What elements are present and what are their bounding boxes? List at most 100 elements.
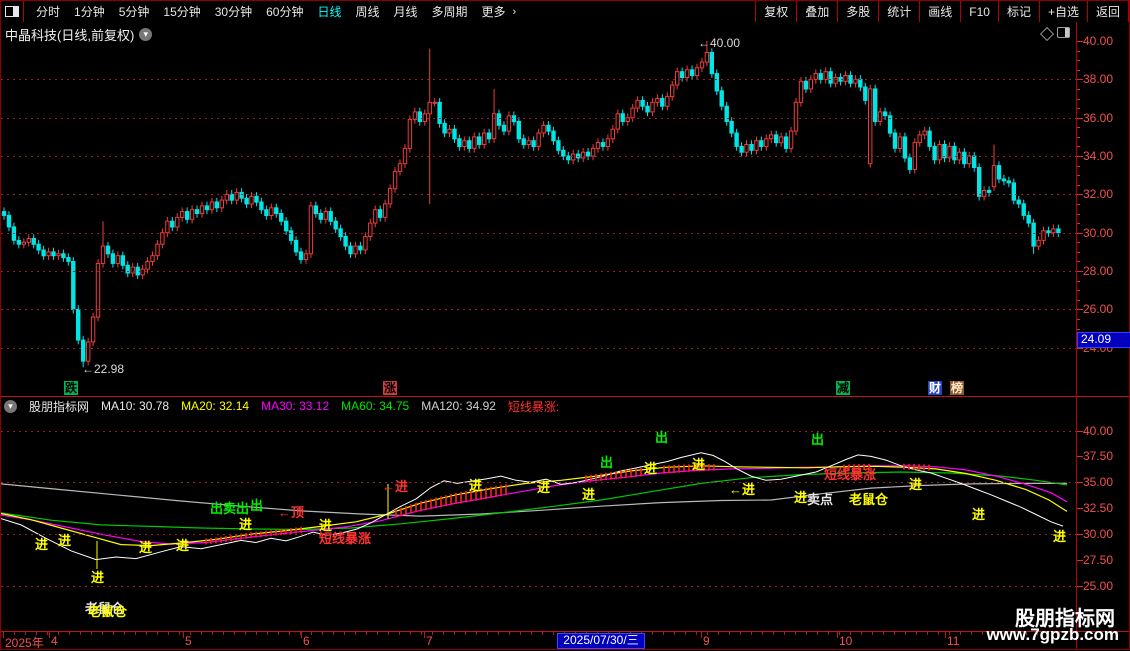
menu-item-left-9[interactable]: 多周期 <box>425 3 475 20</box>
menu-item-right-3[interactable]: 统计 <box>878 1 919 22</box>
app-window: 分时 1分钟 5分钟 15分钟 30分钟 60分钟 日线 周线 月线 多周期 更多 › 复权 叠加 多股统… <box>0 0 1130 650</box>
axis-tick <box>1077 117 1083 119</box>
date-tick <box>91 632 92 635</box>
axis-tick <box>1077 108 1080 110</box>
menu-item-left-3[interactable]: 15分钟 <box>156 3 207 20</box>
date-tick <box>113 632 114 635</box>
date-tick <box>454 632 455 635</box>
chevron-down-icon[interactable]: ▾ <box>139 28 153 41</box>
menu-item-left-4[interactable]: 30分钟 <box>208 3 259 20</box>
price-label: 36.00 <box>1083 110 1114 125</box>
date-tick <box>322 632 323 635</box>
price-label: 34.00 <box>1083 149 1114 164</box>
menu-item-right-4[interactable]: 画线 <box>919 1 960 22</box>
menu-item-right-8[interactable]: 返回 <box>1086 1 1129 22</box>
menu-item-right-0[interactable]: 复权 <box>755 1 796 22</box>
more-arrow-icon[interactable]: › <box>513 6 521 18</box>
date-tick <box>916 632 917 635</box>
date-tick <box>927 632 928 635</box>
menu-item-left-2[interactable]: 5分钟 <box>112 3 157 20</box>
menu-item-right-6[interactable]: 标记 <box>997 1 1039 22</box>
signal-label: 进 <box>469 478 483 493</box>
signal-label: 进 <box>91 570 105 585</box>
strip-label-green[interactable]: 跌 <box>64 381 78 395</box>
axis-tick <box>1077 98 1080 100</box>
month-tick <box>837 632 838 638</box>
date-tick <box>542 632 543 635</box>
window-menu-button[interactable] <box>1 1 24 22</box>
axis-tick <box>1077 194 1083 196</box>
signal-label: 进 <box>537 480 551 495</box>
date-tick <box>784 632 785 635</box>
date-tick <box>212 632 213 635</box>
menu-item-right-5[interactable]: F10 <box>960 1 998 22</box>
signal-label: 老鼠仓 <box>88 604 128 619</box>
axis-tick <box>1077 290 1080 292</box>
month-tick <box>49 632 50 638</box>
date-tick <box>751 632 752 635</box>
xaxis-line <box>1 631 1129 632</box>
diamond-icon[interactable] <box>1039 26 1055 42</box>
signal-label: 进 <box>794 490 808 505</box>
date-tick <box>718 632 719 635</box>
menu-item-left-8[interactable]: 月线 <box>387 3 425 20</box>
signal-label: 进 <box>239 517 253 532</box>
date-tick <box>278 632 279 635</box>
menu-item-left-6[interactable]: 日线 <box>310 3 348 20</box>
ma-line-ma120 <box>1 482 1067 517</box>
indicator-header: ▾ 股朋指标网 MA10: 30.78 MA20: 32.14 MA30: 33.1… <box>1 397 1079 415</box>
window-split-icon <box>5 6 19 17</box>
axis-tick <box>1077 430 1083 432</box>
date-tick <box>234 632 235 635</box>
menu-item-left-5[interactable]: 60分钟 <box>259 3 310 20</box>
panel-split-icon[interactable] <box>1057 27 1070 38</box>
price-annotation: ←22.98 <box>82 362 125 376</box>
date-tick <box>696 632 697 635</box>
signal-label: 进 <box>176 538 190 553</box>
menu-item-left-7[interactable]: 周线 <box>348 3 386 20</box>
indicator-panel[interactable]: 进进进进进出卖出出进 ←顶进短线暴涨 ←进进进进出进出进 ←进出短线暴涨进卖点 老鼠仓进… <box>1 416 1076 631</box>
gridline <box>1 534 1076 536</box>
indicator-price-label: 27.50 <box>1083 553 1114 568</box>
date-tick <box>223 632 224 635</box>
ma-line-ma30 <box>1 465 1068 545</box>
date-tick <box>685 632 686 635</box>
date-axis[interactable]: 2025年 4 5 6 7 9 10 11 2025/07/30/三 <box>1 631 1076 650</box>
date-tick <box>773 632 774 635</box>
date-tick <box>47 632 48 635</box>
date-tick <box>553 632 554 635</box>
menu-item-left-0[interactable]: 分时 <box>29 3 67 20</box>
gridline <box>1 117 1076 119</box>
axis-tick <box>1077 60 1080 62</box>
menu-item-left-10[interactable]: 更多 <box>475 3 513 20</box>
price-label: 30.00 <box>1083 225 1114 240</box>
price-axis: 40.00 38.00 36.00 34.00 32.00 30.00 28.00 26.00… <box>1076 22 1130 649</box>
axis-tick <box>1077 136 1080 138</box>
signal-label: 进 <box>644 461 658 476</box>
month-tick <box>183 632 184 638</box>
indicator-collapse-icon[interactable]: ▾ <box>4 399 17 413</box>
signal-label: 进 <box>35 537 49 552</box>
strip-label-green[interactable]: 减 <box>836 381 850 395</box>
strip-label-blue[interactable]: 财 <box>928 381 942 395</box>
indicator-price-label: 30.00 <box>1083 527 1114 542</box>
strip-label-brown[interactable]: 榜 <box>950 381 964 395</box>
indicator-ma-value-3: MA60: 34.75 <box>341 399 410 413</box>
strip-label-red[interactable]: 涨 <box>383 381 397 395</box>
menu-item-right-7[interactable]: +自选 <box>1038 1 1087 22</box>
main-chart[interactable]: 中晶科技(日线,前复权) ▾ ←40.00 ←22.98 跌 涨 减 财榜 <box>1 22 1076 396</box>
menu-item-right-2[interactable]: 多股 <box>837 1 878 22</box>
signal-label: 短线暴涨 <box>319 531 372 546</box>
signal-label: 老鼠仓 <box>849 492 889 507</box>
date-tick <box>806 632 807 635</box>
date-tick <box>102 632 103 635</box>
menu-item-right-1[interactable]: 叠加 <box>796 1 837 22</box>
price-label: 26.00 <box>1083 302 1114 317</box>
month-tick <box>3 632 4 638</box>
menu-item-left-1[interactable]: 1分钟 <box>67 3 112 20</box>
gridline <box>1 430 1076 432</box>
period-menu: 分时 1分钟 5分钟 15分钟 30分钟 60分钟 日线 周线 月线 多周期 更多 › <box>24 3 755 20</box>
indicator-price-label: 35.00 <box>1083 475 1114 490</box>
gridline <box>1 347 1076 349</box>
gridline <box>1 79 1076 81</box>
